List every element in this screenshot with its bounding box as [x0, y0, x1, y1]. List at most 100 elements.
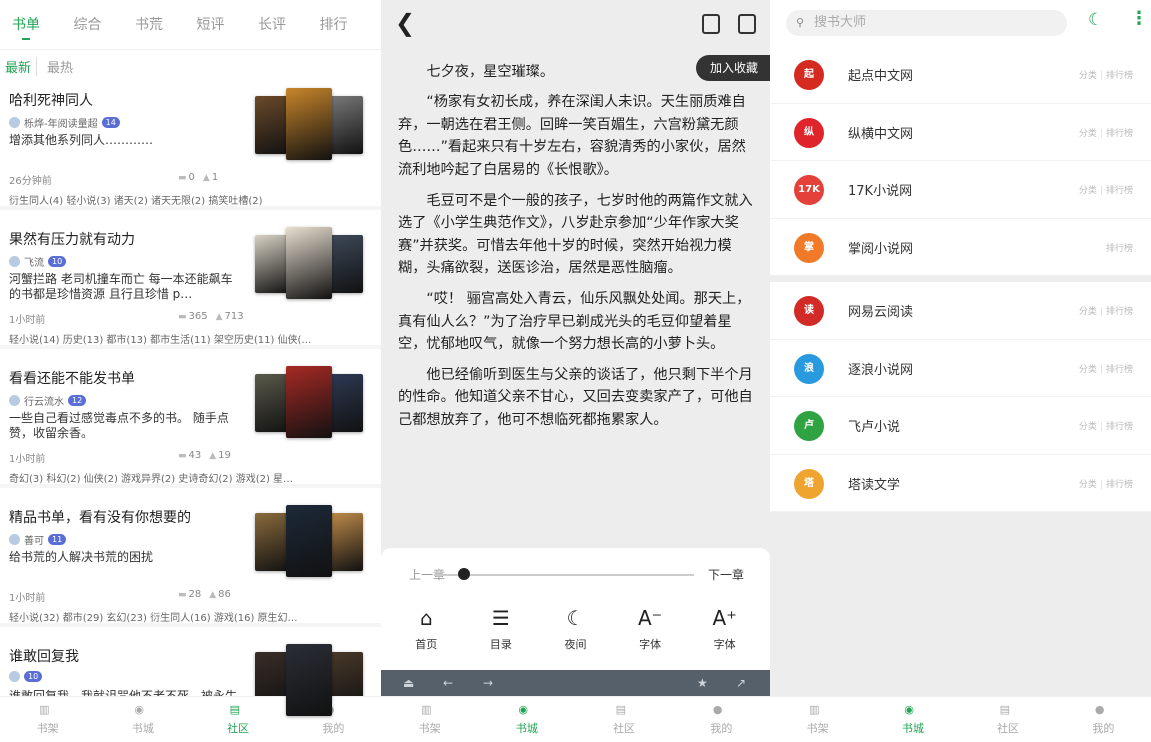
nav-bookstore[interactable]: ◉ 书城 — [95, 697, 190, 742]
add-to-collection-button[interactable]: 加入收藏 — [695, 55, 770, 81]
nav-bookstore[interactable]: ◉ 书城 — [865, 697, 960, 742]
nav-bookshelf[interactable]: ▥ 书架 — [770, 697, 865, 742]
nav-bookstore[interactable]: ◉ 书城 — [478, 697, 575, 742]
source-item[interactable]: 掌 掌阅小说网 排行榜 — [770, 219, 1151, 276]
source-name: 网易云阅读 — [848, 305, 914, 320]
category-link[interactable]: 分类 — [1079, 365, 1097, 375]
note-icon[interactable] — [738, 14, 756, 34]
separator: | — [1099, 364, 1103, 375]
category-link[interactable]: 分类 — [1079, 422, 1097, 432]
source-name: 塔读文学 — [848, 477, 901, 493]
tab-booklist[interactable]: 书单 — [12, 0, 74, 50]
tab-short-review[interactable]: 短评 — [197, 0, 259, 50]
thumbs-up-icon: ▲ — [209, 451, 217, 461]
post-description: 增添其他系列同人………… — [9, 133, 154, 147]
tool-label: 目录 — [489, 638, 512, 651]
comment-count: ▬ 365 — [178, 311, 208, 322]
more-options-icon[interactable]: ⋮ — [1130, 8, 1148, 29]
ranking-link[interactable]: 排行榜 — [1106, 244, 1133, 254]
source-item[interactable]: 卢 飞卢小说 分类 | 排行榜 — [770, 397, 1151, 455]
bottom-nav: ▥ 书架 ◉ 书城 ▤ 社区 ● 我的 — [770, 696, 1151, 742]
thumbs-up-icon: ▲ — [202, 173, 210, 183]
slider-thumb[interactable] — [458, 568, 470, 580]
book-cover — [327, 235, 363, 293]
source-item[interactable]: 纵 纵横中文网 分类 | 排行榜 — [770, 104, 1151, 161]
post-card[interactable]: 看看还能不能发书单 行云流水 12 一些自己看过感觉毒点不多的书。 随手点赞，收留余香… — [0, 360, 381, 488]
tab-book-shortage[interactable]: 书荒 — [135, 0, 197, 50]
arrow-right-icon[interactable]: → — [483, 676, 493, 690]
ranking-link[interactable]: 排行榜 — [1106, 71, 1133, 81]
post-card[interactable]: 哈利死神同人 栎烨-年阅读量超 14 增添其他系列同人………… 26分钟前 ▬ 0 ▲ 1 衍生同… — [0, 82, 381, 210]
post-author: 飞流 10 — [9, 254, 67, 269]
tab-general[interactable]: 综合 — [74, 0, 136, 50]
nav-profile[interactable]: ● 我的 — [673, 697, 770, 742]
source-item[interactable]: 17K 17K小说网 分类 | 排行榜 — [770, 161, 1151, 219]
tool-font-increase[interactable]: A⁺ 字体 — [695, 606, 755, 652]
category-link[interactable]: 分类 — [1079, 480, 1097, 490]
post-stats: ▬ 43 ▲ 19 — [178, 450, 231, 461]
post-card[interactable]: 精品书单，看有没有你想要的 善可 11 给书荒的人解决书荒的困扰 1小时前 ▬ 28 ▲ 86 轻… — [0, 499, 381, 627]
source-item[interactable]: 起 起点中文网 分类 | 排行榜 — [770, 46, 1151, 104]
nav-label: 书架 — [36, 722, 59, 735]
post-author: 栎烨-年阅读量超 14 — [9, 115, 120, 130]
post-description: 给书荒的人解决书荒的困扰 — [9, 550, 154, 564]
back-arrow-icon[interactable]: ❮ — [395, 9, 415, 37]
nav-label: 社区 — [997, 722, 1020, 735]
night-mode-icon[interactable]: ☾ — [1088, 10, 1103, 30]
sort-latest[interactable]: 最新 — [0, 57, 36, 76]
ranking-link[interactable]: 排行榜 — [1106, 365, 1133, 375]
author-name: 善可 — [24, 536, 44, 547]
tab-long-review[interactable]: 长评 — [258, 0, 320, 50]
nav-bookshelf[interactable]: ▥ 书架 — [0, 697, 95, 742]
post-tags: 轻小说(14) 历史(13) 都市(13) 都市生活(11) 架空历史(11) … — [9, 335, 312, 346]
category-link[interactable]: 分类 — [1079, 307, 1097, 317]
comment-icon: ▬ — [178, 451, 187, 461]
source-item[interactable]: 读 网易云阅读 分类 | 排行榜 — [770, 282, 1151, 340]
chapter-progress-slider[interactable] — [434, 574, 694, 576]
like-count: ▲ 19 — [209, 450, 231, 461]
ranking-link[interactable]: 排行榜 — [1106, 480, 1133, 490]
share-icon[interactable]: ↗ — [736, 676, 746, 690]
community-tabs: 书单 综合 书荒 短评 长评 排行 — [0, 0, 381, 50]
ranking-link[interactable]: 排行榜 — [1106, 307, 1133, 317]
paragraph: 他已经偷听到医生与父亲的谈话了，他只剩下半个月的性命。他知道父亲不甘心，又回去变… — [398, 366, 753, 428]
ranking-link[interactable]: 排行榜 — [1106, 186, 1133, 196]
comment-count: ▬ 43 — [178, 450, 202, 461]
sort-hottest[interactable]: 最热 — [36, 56, 78, 76]
nav-bookshelf[interactable]: ▥ 书架 — [381, 697, 478, 742]
tool-moon[interactable]: ☾ 夜间 — [545, 606, 605, 652]
post-author: 善可 11 — [9, 532, 67, 547]
star-icon[interactable]: ★ — [697, 676, 708, 690]
source-item[interactable]: 浪 逐浪小说网 分类 | 排行榜 — [770, 340, 1151, 397]
next-chapter-button[interactable]: 下一章 — [708, 566, 744, 583]
coin-icon[interactable] — [702, 14, 720, 34]
nav-community[interactable]: ▤ 社区 — [576, 697, 673, 742]
avatar — [9, 117, 20, 128]
source-logo: 17K — [794, 175, 824, 205]
ranking-link[interactable]: 排行榜 — [1106, 129, 1133, 139]
nav-community[interactable]: ▤ 社区 — [961, 697, 1056, 742]
nav-community[interactable]: ▤ 社区 — [191, 697, 286, 742]
nav-profile[interactable]: ● 我的 — [1056, 697, 1151, 742]
category-link[interactable]: 分类 — [1079, 129, 1097, 139]
tool-list[interactable]: ☰ 目录 — [471, 606, 531, 652]
tool-home[interactable]: ⌂ 首页 — [396, 606, 456, 652]
book-cover — [327, 96, 363, 154]
category-link[interactable]: 分类 — [1079, 186, 1097, 196]
source-name: 飞卢小说 — [848, 420, 901, 435]
source-item[interactable]: 塔 塔读文学 分类 | 排行榜 — [770, 455, 1151, 512]
arrow-left-icon[interactable]: ← — [443, 676, 453, 690]
search-input[interactable]: ⚲ 搜书大师 — [786, 10, 1067, 36]
source-logo: 浪 — [794, 353, 824, 384]
book-covers — [255, 366, 363, 440]
post-description: 一些自己看过感觉毒点不多的书。 随手点赞，收留余香。 — [9, 411, 229, 440]
bookstore-icon: ◉ — [518, 703, 528, 716]
eject-icon[interactable]: ⏏ — [403, 676, 414, 690]
tool-font-decrease[interactable]: A⁻ 字体 — [620, 606, 680, 652]
search-placeholder: 搜书大师 — [814, 15, 867, 30]
category-link[interactable]: 分类 — [1079, 71, 1097, 81]
tab-ranking[interactable]: 排行 — [320, 0, 382, 50]
source-links: 分类 | 排行榜 — [1079, 183, 1133, 196]
post-card[interactable]: 果然有压力就有动力 飞流 10 河蟹拦路 老司机撞车而亡 每一本还能飙车的书都是珍惜资… — [0, 221, 381, 349]
ranking-link[interactable]: 排行榜 — [1106, 422, 1133, 432]
